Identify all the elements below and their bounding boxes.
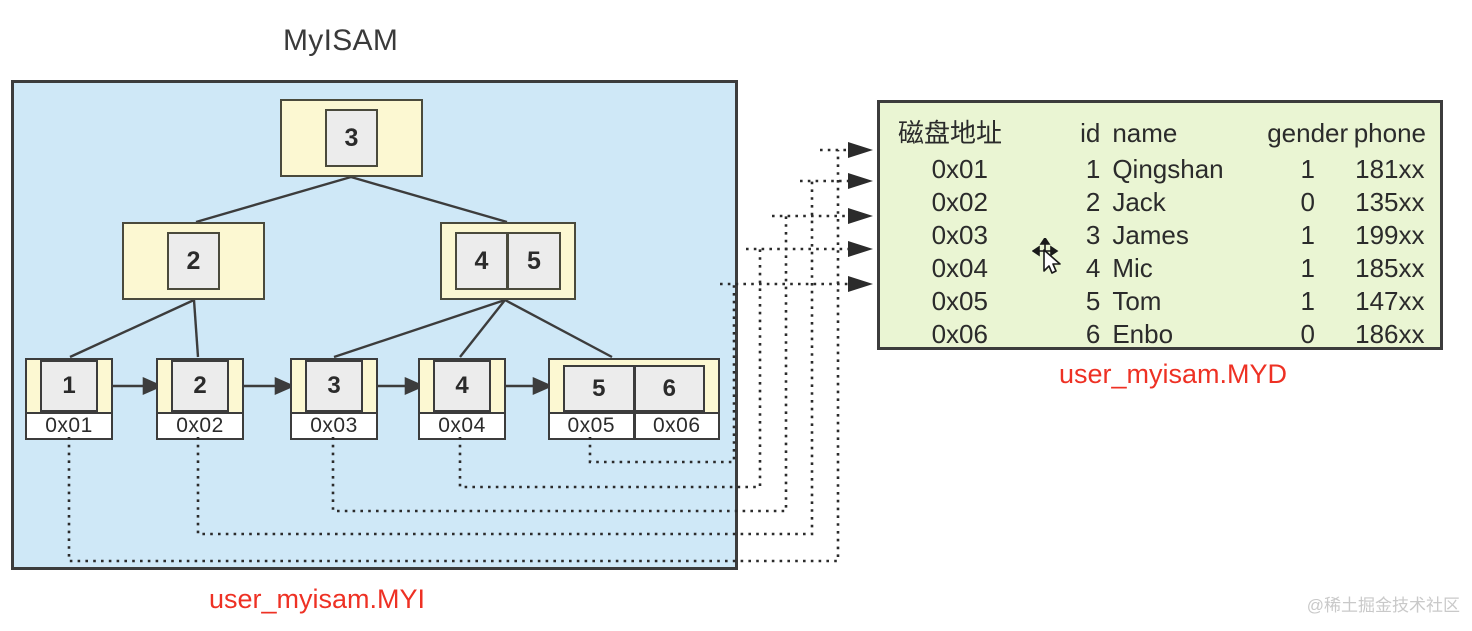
leaf-keys-row: 4 bbox=[418, 358, 506, 414]
cell-name: Tom bbox=[1112, 286, 1162, 316]
leaf-pointer-slot-right bbox=[98, 360, 111, 412]
cell-gender: 0 bbox=[1300, 187, 1315, 217]
leaf-address-row: 0x01 bbox=[25, 414, 113, 440]
leaf-keys-row: 5 6 bbox=[548, 358, 720, 414]
cell-disk-address: 0x05 bbox=[931, 286, 988, 316]
tree-branch-node-right[interactable]: 4 5 bbox=[440, 222, 576, 300]
tree-root-node[interactable]: 3 bbox=[280, 99, 423, 177]
table-row[interactable]: 0x02 2 Jack 0 135xx bbox=[880, 186, 1440, 219]
table-row[interactable]: 0x05 5 Tom 1 147xx bbox=[880, 285, 1440, 318]
leaf-pointer-slot-left bbox=[420, 360, 433, 412]
cell-phone: 199xx bbox=[1355, 220, 1425, 250]
column-header-id: id bbox=[1080, 117, 1101, 148]
cell-phone: 186xx bbox=[1355, 319, 1425, 349]
watermark: @稀土掘金技术社区 bbox=[1306, 596, 1460, 615]
cell-id: 1 bbox=[1085, 154, 1101, 184]
leaf-key: 4 bbox=[433, 360, 491, 412]
cell-phone: 147xx bbox=[1355, 286, 1425, 316]
cell-gender: 0 bbox=[1300, 319, 1315, 349]
leaf-address: 0x06 bbox=[634, 414, 720, 440]
cell-phone: 185xx bbox=[1355, 253, 1425, 283]
cell-disk-address: 0x04 bbox=[931, 253, 988, 283]
move-cursor bbox=[1032, 238, 1061, 274]
cell-id: 6 bbox=[1085, 319, 1101, 349]
cell-id: 5 bbox=[1085, 286, 1101, 316]
leaf-address: 0x03 bbox=[290, 414, 378, 440]
column-header-name: name bbox=[1112, 117, 1178, 148]
table-row[interactable]: 0x04 4 Mic 1 185xx bbox=[880, 252, 1440, 285]
data-file-panel: 磁盘地址 id name gender phone 0x01 1 Qingsha… bbox=[877, 100, 1443, 350]
data-table: 磁盘地址 id name gender phone 0x01 1 Qingsha… bbox=[880, 103, 1440, 351]
leaf-address: 0x05 bbox=[548, 414, 635, 440]
leaf-pointer-slot-right bbox=[491, 360, 504, 412]
leaf-pointer-slot-left bbox=[292, 360, 305, 412]
leaf-pointer-slot-left bbox=[550, 360, 563, 412]
cell-name: James bbox=[1112, 220, 1189, 250]
column-header-phone: phone bbox=[1353, 117, 1426, 148]
leaf-pointer-slot-right bbox=[363, 360, 376, 412]
cell-gender: 1 bbox=[1300, 286, 1315, 316]
cell-name: Qingshan bbox=[1112, 154, 1224, 184]
cell-name: Jack bbox=[1112, 187, 1166, 217]
leaf-key: 2 bbox=[171, 360, 229, 412]
cell-gender: 1 bbox=[1300, 253, 1315, 283]
cell-name: Mic bbox=[1112, 253, 1153, 283]
leaf-address-row: 0x04 bbox=[418, 414, 506, 440]
leaf-address-row: 0x02 bbox=[156, 414, 244, 440]
tree-leaf-node[interactable]: 4 0x04 bbox=[418, 358, 506, 440]
leaf-key: 6 bbox=[634, 365, 705, 412]
tree-leaf-node[interactable]: 3 0x03 bbox=[290, 358, 378, 440]
table-header-row: 磁盘地址 id name gender phone bbox=[880, 103, 1440, 153]
leaf-address-row: 0x03 bbox=[290, 414, 378, 440]
cell-phone: 181xx bbox=[1355, 154, 1425, 184]
cell-disk-address: 0x02 bbox=[931, 187, 988, 217]
cell-id: 2 bbox=[1085, 187, 1101, 217]
cell-phone: 135xx bbox=[1355, 187, 1425, 217]
cell-name: Enbo bbox=[1112, 319, 1174, 349]
leaf-pointer-slot-right bbox=[705, 360, 718, 412]
tree-node-key: 3 bbox=[325, 109, 378, 167]
leaf-pointer-slot-left bbox=[27, 360, 40, 412]
tree-leaf-node[interactable]: 1 0x01 bbox=[25, 358, 113, 440]
diagram-canvas: MyISAM 3 2 4 5 1 0x01 2 0x02 3 0x03 4 0x… bbox=[0, 0, 1472, 631]
leaf-key: 5 bbox=[563, 365, 635, 412]
data-file-label: user_myisam.MYD bbox=[1059, 359, 1288, 389]
tree-node-key: 4 bbox=[455, 232, 508, 290]
leaf-keys-row: 1 bbox=[25, 358, 113, 414]
table-row[interactable]: 0x06 6 Enbo 0 186xx bbox=[880, 318, 1440, 351]
cell-gender: 1 bbox=[1300, 220, 1315, 250]
index-file-label: user_myisam.MYI bbox=[209, 584, 426, 614]
leaf-address: 0x01 bbox=[25, 414, 113, 440]
column-header-gender: gender bbox=[1267, 117, 1349, 148]
leaf-pointer-slot-left bbox=[158, 360, 171, 412]
leaf-address: 0x02 bbox=[156, 414, 244, 440]
column-header-disk-address: 磁盘地址 bbox=[898, 117, 1003, 148]
cell-disk-address: 0x03 bbox=[931, 220, 988, 250]
cell-gender: 1 bbox=[1300, 154, 1315, 184]
table-row[interactable]: 0x01 1 Qingshan 1 181xx bbox=[880, 153, 1440, 186]
table-row[interactable]: 0x03 3 James 1 199xx bbox=[880, 219, 1440, 252]
leaf-address-row: 0x05 0x06 bbox=[548, 414, 720, 440]
leaf-key: 3 bbox=[305, 360, 363, 412]
leaf-key: 1 bbox=[40, 360, 98, 412]
cell-disk-address: 0x06 bbox=[931, 319, 988, 349]
tree-leaf-node[interactable]: 5 6 0x05 0x06 bbox=[548, 358, 720, 440]
leaf-keys-row: 2 bbox=[156, 358, 244, 414]
leaf-keys-row: 3 bbox=[290, 358, 378, 414]
tree-node-key: 5 bbox=[508, 232, 561, 290]
tree-node-key: 2 bbox=[167, 232, 220, 290]
leaf-pointer-slot-right bbox=[229, 360, 242, 412]
leaf-address: 0x04 bbox=[418, 414, 506, 440]
page-title: MyISAM bbox=[283, 24, 399, 57]
tree-leaf-node[interactable]: 2 0x02 bbox=[156, 358, 244, 440]
tree-branch-node-left[interactable]: 2 bbox=[122, 222, 265, 300]
cell-disk-address: 0x01 bbox=[931, 154, 988, 184]
